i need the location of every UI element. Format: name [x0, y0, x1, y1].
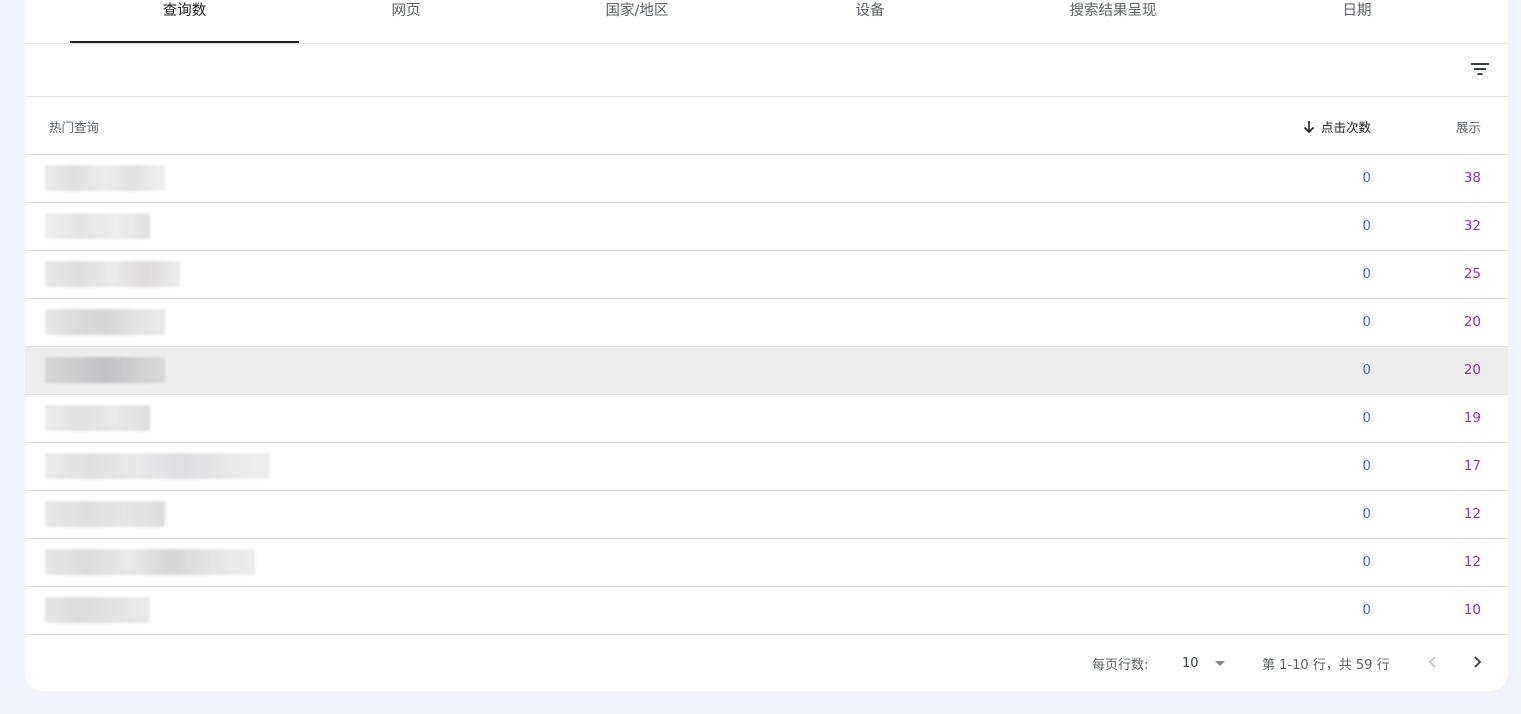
clicks-value: 0 [1362, 266, 1371, 282]
impressions-value: 25 [1463, 266, 1481, 282]
table-row[interactable]: 0 10 [25, 587, 1508, 635]
impressions-value: 20 [1463, 314, 1481, 330]
chevron-right-icon [1474, 656, 1482, 668]
clicks-value: 0 [1362, 362, 1371, 378]
tab-search-appearance[interactable]: 搜索结果呈现 [1028, 0, 1198, 43]
blurred-query-text [45, 405, 150, 431]
active-tab-indicator [70, 41, 299, 43]
table-row[interactable]: 0 12 [25, 539, 1508, 587]
impressions-value: 19 [1463, 410, 1481, 426]
table-body: 0 38 0 32 0 25 0 20 0 20 0 19 0 17 0 12 … [25, 155, 1508, 635]
table-toolbar [25, 44, 1508, 97]
impressions-value: 17 [1463, 458, 1481, 474]
blurred-query-text [45, 453, 270, 479]
blurred-query-text [45, 309, 165, 335]
performance-table-card: 查询数 网页 国家/地区 设备 搜索结果呈现 日期 热门查询 点击次数 展示 0… [25, 0, 1508, 691]
blurred-query-text [45, 213, 150, 239]
clicks-value: 0 [1362, 602, 1371, 618]
tab-dates[interactable]: 日期 [1282, 0, 1432, 43]
clicks-value: 0 [1362, 554, 1371, 570]
blurred-query-text [45, 357, 165, 383]
table-row[interactable]: 0 25 [25, 251, 1508, 299]
table-pagination: 每页行数: 10 第 1-10 行，共 59 行 [25, 635, 1508, 691]
column-header-query: 热门查询 [49, 120, 100, 135]
impressions-value: 32 [1463, 218, 1481, 234]
impressions-value: 38 [1463, 170, 1481, 186]
column-header-clicks-label: 点击次数 [1320, 120, 1371, 135]
clicks-value: 0 [1362, 506, 1371, 522]
impressions-value: 12 [1463, 506, 1481, 522]
chevron-left-icon [1428, 656, 1436, 668]
rows-per-page-value: 10 [1182, 655, 1199, 671]
tab-queries[interactable]: 查询数 [70, 0, 299, 43]
table-row[interactable]: 0 20 [25, 347, 1508, 395]
tab-devices[interactable]: 设备 [795, 0, 945, 43]
impressions-value: 10 [1463, 602, 1481, 618]
rows-per-page-label: 每页行数: [1092, 658, 1149, 673]
blurred-query-text [45, 597, 150, 623]
table-row[interactable]: 0 38 [25, 155, 1508, 203]
clicks-value: 0 [1362, 458, 1371, 474]
table-row[interactable]: 0 20 [25, 299, 1508, 347]
clicks-value: 0 [1362, 218, 1371, 234]
blurred-query-text [45, 261, 180, 287]
next-page-button[interactable] [1464, 649, 1490, 675]
filter-button[interactable] [1466, 55, 1494, 83]
tab-pages[interactable]: 网页 [331, 0, 481, 43]
previous-page-button[interactable] [1420, 649, 1446, 675]
pagination-range: 第 1-10 行，共 59 行 [1262, 658, 1390, 673]
blurred-query-text [45, 501, 165, 527]
clicks-value: 0 [1362, 410, 1371, 426]
clicks-value: 0 [1362, 170, 1371, 186]
rows-per-page-select[interactable]: 10 [1182, 652, 1230, 674]
dimension-tabs: 查询数 网页 国家/地区 设备 搜索结果呈现 日期 [25, 0, 1508, 44]
blurred-query-text [45, 549, 255, 575]
arrow-down-icon [1303, 120, 1315, 133]
table-row[interactable]: 0 19 [25, 395, 1508, 443]
table-row[interactable]: 0 12 [25, 491, 1508, 539]
blurred-query-text [45, 165, 165, 191]
filter-icon [1471, 63, 1489, 75]
impressions-value: 20 [1463, 362, 1481, 378]
table-row[interactable]: 0 32 [25, 203, 1508, 251]
column-header-clicks[interactable]: 点击次数 [1303, 117, 1371, 136]
table-row[interactable]: 0 17 [25, 443, 1508, 491]
impressions-value: 12 [1463, 554, 1481, 570]
dropdown-caret-icon [1214, 660, 1225, 666]
table-header: 热门查询 点击次数 展示 [25, 97, 1508, 155]
column-header-impressions[interactable]: 展示 [1456, 117, 1481, 136]
tab-countries[interactable]: 国家/地区 [562, 0, 712, 43]
clicks-value: 0 [1362, 314, 1371, 330]
